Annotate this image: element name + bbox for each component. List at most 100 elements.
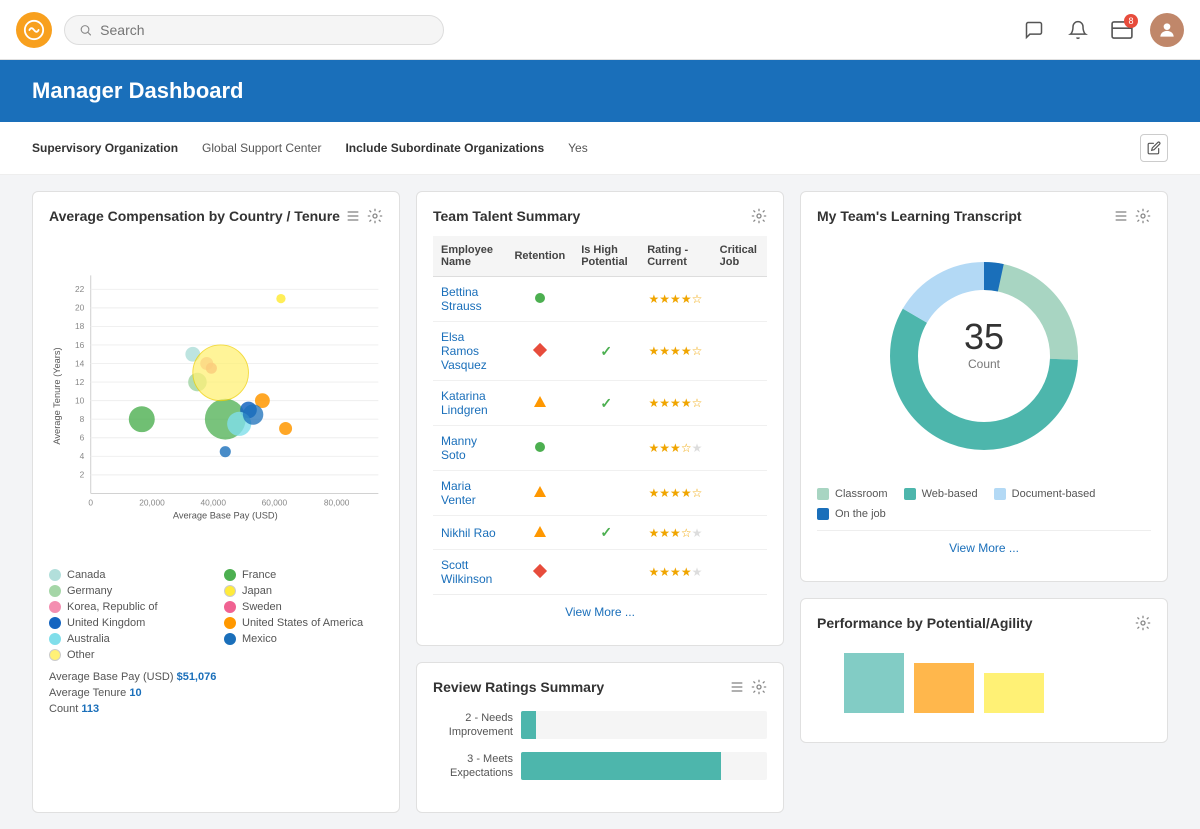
svg-text:6: 6: [80, 433, 85, 443]
legend-australia: Australia: [49, 633, 208, 645]
star-full: ★: [681, 565, 692, 579]
filter-review-icon[interactable]: [729, 679, 745, 695]
learning-header: My Team's Learning Transcript: [817, 208, 1151, 224]
search-icon: [79, 23, 92, 37]
search-bar[interactable]: [64, 15, 444, 45]
bar-container: [521, 752, 767, 780]
star-full: ★: [659, 526, 670, 540]
user-avatar[interactable]: [1150, 13, 1184, 47]
svg-text:22: 22: [75, 284, 85, 294]
talent-summary-header: Team Talent Summary: [433, 208, 767, 224]
employee-link[interactable]: Elsa Ramos Vasquez: [441, 330, 487, 372]
scatter-chart: 2 4 6 8 10 12 14 16 18 20 22 0 20,000 40…: [49, 236, 383, 556]
star-half: ☆: [681, 526, 692, 540]
svg-text:35: 35: [964, 316, 1004, 357]
inbox-button[interactable]: 8: [1106, 14, 1138, 46]
compensation-title: Average Compensation by Country / Tenure: [49, 208, 340, 224]
retention-red: [533, 564, 547, 578]
employee-link[interactable]: Maria Venter: [441, 479, 476, 507]
bar-label: 3 - MeetsExpectations: [433, 752, 513, 781]
learning-title: My Team's Learning Transcript: [817, 208, 1022, 224]
legend-other: Other: [49, 649, 208, 661]
learning-view-more[interactable]: View More ...: [817, 530, 1151, 565]
star-full: ★: [659, 486, 670, 500]
svg-text:20: 20: [75, 303, 85, 313]
talent-table: Employee Name Retention Is High Potentia…: [433, 236, 767, 594]
performance-card-icons[interactable]: [1135, 615, 1151, 631]
star-full: ★: [670, 486, 681, 500]
svg-text:16: 16: [75, 340, 85, 350]
compensation-card: Average Compensation by Country / Tenure: [32, 191, 400, 813]
star-full: ★: [670, 441, 681, 455]
learning-card-icons[interactable]: [1113, 208, 1151, 224]
settings-chart-icon[interactable]: [367, 208, 383, 224]
star-empty: ★: [692, 441, 703, 455]
star-empty: ★: [692, 565, 703, 579]
settings-review-icon[interactable]: [751, 679, 767, 695]
learning-card: My Team's Learning Transcript: [800, 191, 1168, 582]
table-row: Elsa Ramos Vasquez✓★★★★☆: [433, 322, 767, 381]
employee-link[interactable]: Nikhil Rao: [441, 526, 496, 540]
workday-logo: [16, 12, 52, 48]
talent-card-icons[interactable]: [751, 208, 767, 224]
svg-text:4: 4: [80, 451, 85, 461]
settings-perf-icon[interactable]: [1135, 615, 1151, 631]
performance-title: Performance by Potential/Agility: [817, 615, 1033, 631]
legend-classroom: Classroom: [817, 488, 888, 500]
right-column: My Team's Learning Transcript: [800, 191, 1168, 813]
high-potential-check: ✓: [600, 343, 612, 359]
main-grid: Average Compensation by Country / Tenure: [0, 175, 1200, 829]
star-empty: ★: [692, 526, 703, 540]
donut-wrap: 35 Count: [817, 236, 1151, 476]
svg-text:10: 10: [75, 395, 85, 405]
edit-filters-button[interactable]: [1140, 134, 1168, 162]
star-full: ★: [659, 344, 670, 358]
table-row: Scott Wilkinson★★★★★: [433, 550, 767, 595]
star-full: ★: [681, 344, 692, 358]
filter-learning-icon[interactable]: [1113, 208, 1129, 224]
star-full: ★: [681, 486, 692, 500]
retention-orange: [534, 486, 546, 497]
table-row: Nikhil Rao✓★★★☆★: [433, 516, 767, 550]
table-row: Maria Venter★★★★☆: [433, 471, 767, 516]
table-row: Manny Soto★★★☆★: [433, 426, 767, 471]
settings-learning-icon[interactable]: [1135, 208, 1151, 224]
compensation-legend: Canada France Germany Japan Korea, Repub…: [49, 569, 383, 661]
search-input[interactable]: [100, 22, 429, 38]
star-full: ★: [649, 441, 660, 455]
high-potential-check: ✓: [600, 524, 612, 540]
svg-text:40,000: 40,000: [200, 497, 226, 507]
legend-document: Document-based: [994, 488, 1096, 500]
settings-talent-icon[interactable]: [751, 208, 767, 224]
svg-text:18: 18: [75, 321, 85, 331]
star-full: ★: [670, 526, 681, 540]
employee-link[interactable]: Bettina Strauss: [441, 285, 482, 313]
retention-red: [533, 343, 547, 357]
employee-link[interactable]: Katarina Lindgren: [441, 389, 488, 417]
employee-link[interactable]: Scott Wilkinson: [441, 558, 492, 586]
messages-button[interactable]: [1018, 14, 1050, 46]
compensation-card-icons[interactable]: [345, 208, 383, 224]
talent-view-more[interactable]: View More ...: [433, 594, 767, 629]
retention-green: [535, 442, 545, 452]
svg-text:12: 12: [75, 377, 85, 387]
legend-on-job: On the job: [817, 508, 886, 520]
svg-text:8: 8: [80, 414, 85, 424]
legend-sweden: Sweden: [224, 601, 383, 613]
star-half: ☆: [692, 292, 703, 306]
talent-summary-card: Team Talent Summary Employee Name Retent…: [416, 191, 784, 646]
star-full: ★: [670, 292, 681, 306]
col-rating: Rating - Current: [639, 236, 711, 277]
high-potential-check: ✓: [600, 395, 612, 411]
review-card-icons[interactable]: [729, 679, 767, 695]
legend-usa: United States of America: [224, 617, 383, 629]
svg-text:Count: Count: [968, 357, 1001, 371]
legend-mexico: Mexico: [224, 633, 383, 645]
star-half: ☆: [692, 396, 703, 410]
filter-chart-icon[interactable]: [345, 208, 361, 224]
page-title: Manager Dashboard: [32, 78, 1168, 104]
subordinate-label: Include Subordinate Organizations: [345, 141, 544, 155]
header-icons: 8: [1018, 13, 1184, 47]
employee-link[interactable]: Manny Soto: [441, 434, 477, 462]
notifications-button[interactable]: [1062, 14, 1094, 46]
